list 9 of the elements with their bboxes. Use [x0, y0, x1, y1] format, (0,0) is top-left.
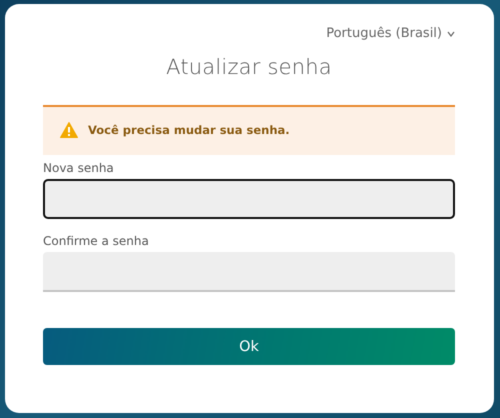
warning-message: Você precisa mudar sua senha. — [88, 123, 290, 137]
ok-button[interactable]: Ok — [43, 328, 455, 365]
page-title: Atualizar senha — [165, 55, 333, 79]
chevron-icon — [447, 30, 455, 36]
field-label: Confirme a senha — [43, 233, 150, 249]
language-selector[interactable]: Português (Brasil) — [326, 26, 455, 41]
field-label: Nova senha — [43, 160, 115, 176]
password-field[interactable] — [43, 179, 455, 219]
warning-icon — [60, 122, 78, 138]
